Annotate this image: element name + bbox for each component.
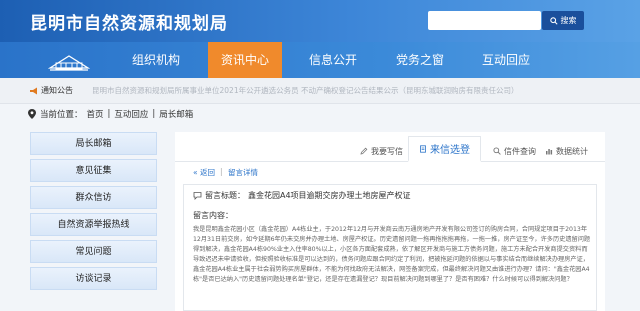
building-logo-icon bbox=[48, 55, 90, 71]
tab-label: 数据统计 bbox=[556, 146, 588, 156]
message-title: 鑫金花园A4项目逾期交房办理土地房屋产权证 bbox=[248, 191, 411, 200]
sidebar-item-hotline[interactable]: 自然资源举报热线 bbox=[30, 213, 157, 236]
back-link[interactable]: « 返回 bbox=[193, 167, 215, 178]
main-nav: 组织机构 资讯中心 信息公开 党务之窗 互动回应 bbox=[0, 42, 640, 78]
breadcrumb-mailbox[interactable]: 局长邮箱 bbox=[159, 108, 193, 120]
tab-bar: 我要写信 来信选登 信件查询 数据统计 bbox=[175, 136, 605, 162]
bar-chart-icon bbox=[546, 149, 553, 155]
tab-write-letter[interactable]: 我要写信 bbox=[360, 140, 403, 162]
search-button[interactable]: 搜索 bbox=[542, 11, 584, 30]
message-content: 我是昆明鑫金花园小区（鑫金花园）A4栋业主，于2012年12月与开发商云南万通房… bbox=[193, 226, 591, 283]
search-button-label: 搜索 bbox=[560, 16, 577, 25]
breadcrumb-prefix: 当前位置： bbox=[40, 110, 83, 120]
back-label: 返回 bbox=[199, 168, 215, 177]
message-detail: 留言标题： 鑫金花园A4项目逾期交房办理土地房屋产权证 留言内容： 我是昆明鑫金… bbox=[183, 184, 597, 311]
search-input[interactable] bbox=[428, 11, 541, 30]
notice-label: 通知公告 bbox=[41, 86, 73, 95]
nav-item-info[interactable]: 信息公开 bbox=[295, 42, 371, 78]
sidebar-item-mailbox[interactable]: 局长邮箱 bbox=[30, 132, 157, 155]
message-content-label: 留言内容： bbox=[193, 211, 233, 220]
sidebar-item-faq[interactable]: 常见问题 bbox=[30, 240, 157, 263]
pencil-icon bbox=[360, 147, 368, 155]
notice-marquee[interactable]: 昆明市自然资源和规划局所属事业单位2021年公开遴选公务员 不动产确权登记公告结… bbox=[92, 85, 632, 96]
tab-letter-query[interactable]: 信件查询 bbox=[493, 140, 536, 162]
search-icon bbox=[549, 16, 558, 25]
nav-item-org[interactable]: 组织机构 bbox=[118, 42, 194, 78]
tab-label: 来信选登 bbox=[430, 145, 470, 156]
link-separator: | bbox=[220, 167, 223, 176]
content-panel: 我要写信 来信选登 信件查询 数据统计 « 返回 | 留言详情 留言标题： 鑫金… bbox=[175, 132, 605, 311]
detail-link[interactable]: 留言详情 bbox=[228, 167, 258, 178]
sidebar: 局长邮箱 意见征集 群众信访 自然资源举报热线 常见问题 访谈记录 bbox=[30, 132, 157, 294]
tab-statistics[interactable]: 数据统计 bbox=[545, 140, 588, 162]
document-icon bbox=[420, 144, 426, 153]
speech-bubble-icon bbox=[193, 192, 202, 200]
notice-bar: 通知公告 昆明市自然资源和规划局所属事业单位2021年公开遴选公务员 不动产确权… bbox=[0, 78, 640, 104]
breadcrumb-separator: | bbox=[152, 109, 156, 119]
breadcrumb: 当前位置： 首页 | 互动回应 | 局长邮箱 bbox=[28, 107, 193, 121]
breadcrumb-interaction[interactable]: 互动回应 bbox=[114, 108, 148, 120]
sidebar-item-opinions[interactable]: 意见征集 bbox=[30, 159, 157, 182]
tab-label: 我要写信 bbox=[371, 146, 403, 156]
tab-label: 信件查询 bbox=[504, 146, 536, 156]
message-title-row: 留言标题： 鑫金花园A4项目逾期交房办理土地房屋产权证 bbox=[193, 190, 411, 201]
sidebar-item-interviews[interactable]: 访谈记录 bbox=[30, 267, 157, 290]
sidebar-item-petitions[interactable]: 群众信访 bbox=[30, 186, 157, 209]
location-pin-icon bbox=[28, 109, 36, 119]
nav-item-interaction[interactable]: 互动回应 bbox=[468, 42, 544, 78]
message-title-label: 留言标题： bbox=[205, 191, 245, 200]
site-header: 昆明市自然资源和规划局 搜索 bbox=[0, 0, 640, 42]
breadcrumb-home[interactable]: 首页 bbox=[87, 108, 104, 120]
megaphone-icon bbox=[30, 87, 37, 95]
breadcrumb-separator: | bbox=[107, 109, 111, 119]
nav-item-news[interactable]: 资讯中心 bbox=[208, 42, 282, 78]
tab-selected-letters[interactable]: 来信选登 bbox=[408, 136, 481, 162]
site-title: 昆明市自然资源和规划局 bbox=[30, 14, 228, 34]
search-icon bbox=[493, 147, 501, 155]
nav-item-party[interactable]: 党务之窗 bbox=[382, 42, 458, 78]
